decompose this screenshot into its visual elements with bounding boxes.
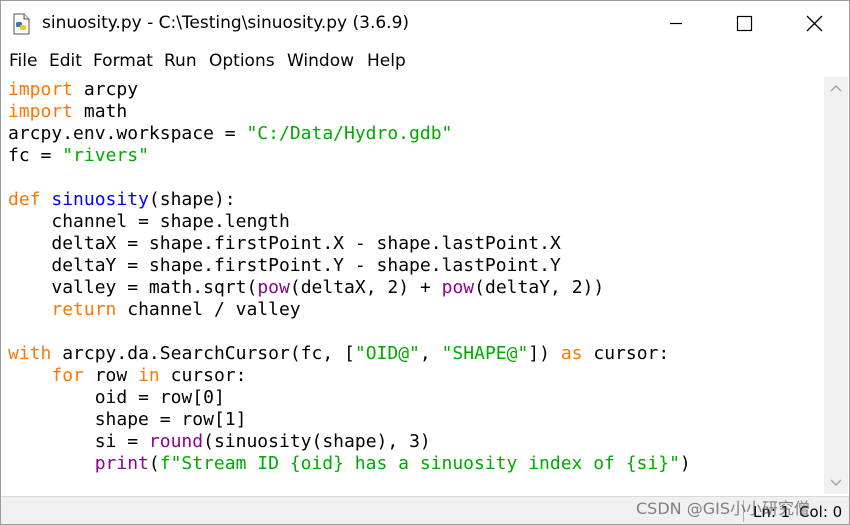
code-line: deltaY = shape.firstPoint.Y - shape.last… — [51, 255, 561, 276]
code-line: oid = row[0] — [94, 387, 225, 408]
minimize-button[interactable] — [653, 1, 699, 45]
python-file-icon — [13, 13, 30, 35]
code-line: valley = math.sqrt(pow(deltaX, 2) + pow(… — [51, 277, 605, 298]
close-icon — [806, 15, 823, 32]
menu-file[interactable]: File — [9, 51, 37, 71]
code-line: import arcpy — [8, 79, 139, 100]
menu-run[interactable]: Run — [164, 51, 197, 71]
menu-options[interactable]: Options — [209, 51, 275, 71]
close-button[interactable] — [791, 1, 837, 45]
code-line: import math — [8, 101, 128, 122]
vertical-scrollbar[interactable] — [824, 77, 848, 494]
code-line: shape = row[1] — [94, 409, 247, 430]
title-bar[interactable]: sinuosity.py - C:\Testing\sinuosity.py (… — [1, 1, 849, 45]
code-editor[interactable]: import arcpy import math arcpy.env.workspa… — [2, 77, 824, 494]
scrollbar-thumb[interactable] — [827, 103, 845, 468]
code-line: for row in cursor: — [51, 365, 247, 386]
code-line: with arcpy.da.SearchCursor(fc, ["OID@", … — [8, 343, 670, 364]
minimize-icon — [670, 22, 682, 25]
code-line: ​ — [8, 167, 691, 189]
menu-window[interactable]: Window — [287, 51, 354, 71]
menu-help[interactable]: Help — [367, 51, 406, 71]
code-line: si = round(sinuosity(shape), 3) — [94, 431, 431, 452]
maximize-icon — [736, 15, 753, 32]
menu-bar: File Edit Format Run Options Window Help — [1, 47, 849, 75]
idle-editor-window: sinuosity.py - C:\Testing\sinuosity.py (… — [0, 0, 850, 525]
code-line: def sinuosity(shape): — [8, 189, 236, 210]
code-line: return channel / valley — [51, 299, 301, 320]
code-line: ​ — [8, 321, 691, 343]
code-line: channel = shape.length — [51, 211, 290, 232]
menu-format[interactable]: Format — [93, 51, 153, 71]
code-line: print(f"Stream ID {oid} has a sinuosity … — [94, 453, 691, 474]
menu-edit[interactable]: Edit — [49, 51, 82, 71]
scroll-up-arrow-icon[interactable] — [824, 77, 848, 101]
maximize-button[interactable] — [721, 1, 767, 45]
code-line: deltaX = shape.firstPoint.X - shape.last… — [51, 233, 561, 254]
code-text[interactable]: import arcpy import math arcpy.env.workspa… — [8, 79, 691, 475]
code-line: arcpy.env.workspace = "C:/Data/Hydro.gdb… — [8, 123, 453, 144]
scroll-down-arrow-icon[interactable] — [824, 470, 848, 494]
window-title: sinuosity.py - C:\Testing\sinuosity.py (… — [42, 13, 410, 33]
watermark-text: CSDN @GIS小小研究僧 — [636, 499, 810, 518]
code-line: fc = "rivers" — [8, 145, 149, 166]
